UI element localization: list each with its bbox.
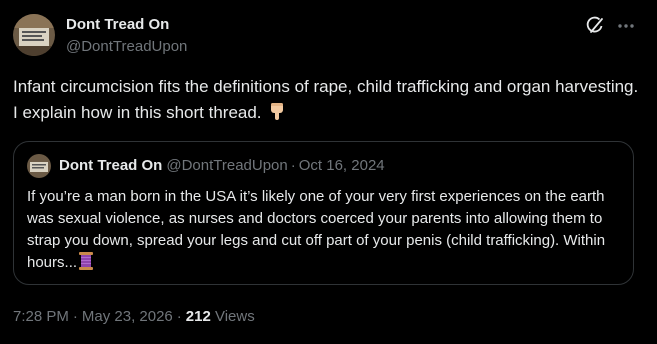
post-time[interactable]: 7:28 PM bbox=[13, 308, 69, 325]
quoted-post[interactable]: Dont Tread On @DontTreadUpon · Oct 16, 2024… bbox=[13, 141, 634, 285]
quote-avatar[interactable] bbox=[27, 154, 51, 178]
more-icon[interactable] bbox=[614, 14, 638, 38]
post-date[interactable]: May 23, 2026 bbox=[82, 308, 173, 325]
post-meta: 7:28 PM · May 23, 2026 · 212 Views bbox=[13, 308, 255, 326]
pointing-down-hand-icon bbox=[267, 101, 287, 129]
avatar[interactable] bbox=[13, 14, 55, 56]
post-text-content: Infant circumcision fits the definitions… bbox=[13, 77, 639, 122]
quote-author-handle[interactable]: @DontTreadUpon bbox=[166, 157, 287, 174]
quote-text-content: If you’re a man born in the USA it’s lik… bbox=[27, 188, 606, 271]
grok-icon[interactable] bbox=[583, 14, 607, 38]
quote-text: If you’re a man born in the USA it’s lik… bbox=[27, 186, 627, 277]
post: Dont Tread On @DontTreadUpon Infant circ… bbox=[0, 0, 657, 344]
quote-separator: · bbox=[290, 157, 296, 174]
views-label[interactable]: Views bbox=[215, 308, 255, 325]
post-text: Infant circumcision fits the definitions… bbox=[13, 74, 643, 129]
views-count[interactable]: 212 bbox=[186, 308, 211, 325]
quote-date[interactable]: Oct 16, 2024 bbox=[299, 157, 385, 174]
author-name[interactable]: Dont Tread On bbox=[66, 16, 169, 34]
meta-separator: · bbox=[176, 308, 182, 325]
thread-spool-icon bbox=[78, 252, 94, 277]
author-handle[interactable]: @DontTreadUpon bbox=[66, 38, 187, 56]
quote-author-name[interactable]: Dont Tread On bbox=[59, 157, 162, 174]
quote-header: Dont Tread On @DontTreadUpon · Oct 16, 2024 bbox=[59, 157, 385, 175]
meta-separator: · bbox=[72, 308, 78, 325]
